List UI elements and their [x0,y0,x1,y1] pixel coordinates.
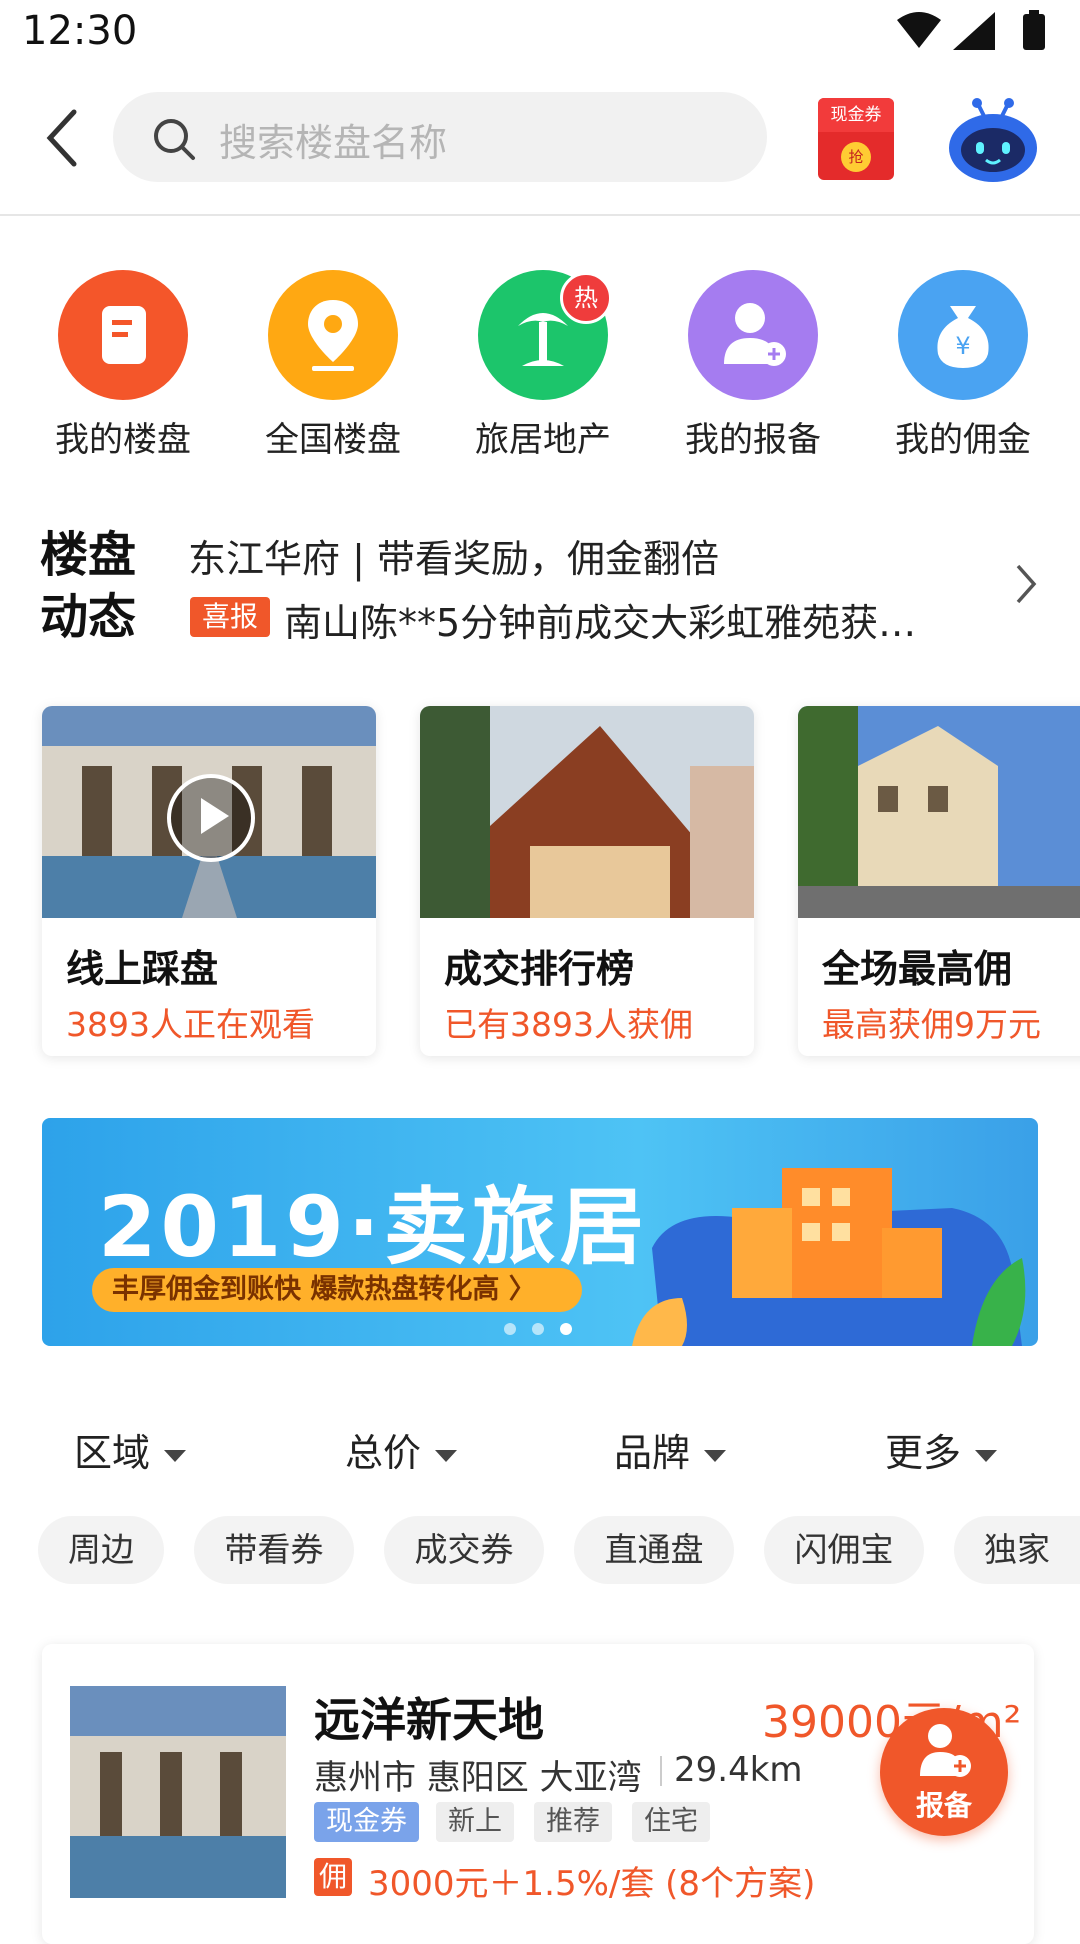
dropdown-triangle-icon [435,1449,458,1462]
location-pin-icon [268,270,398,400]
card-subtitle: 已有3893人获佣 [444,1005,693,1044]
menu-label: 旅居地产 [475,420,611,460]
listing-name: 远洋新天地 [314,1693,544,1747]
status-bar: 12:30 [0,0,1080,68]
filter-more[interactable]: 更多 [885,1422,998,1477]
card-subtitle: 3893人正在观看 [66,1005,315,1044]
menu-my-commission[interactable]: ¥ 我的佣金 [868,270,1038,470]
carousel-dot[interactable] [504,1323,516,1335]
menu-label: 全国楼盘 [265,420,401,460]
banner-slogan[interactable]: 丰厚佣金到账快 爆款热盘转化高 〉 [92,1268,582,1312]
robot-assistant-icon[interactable] [946,94,1040,188]
listing-image [70,1686,286,1898]
search-icon [154,119,195,160]
top-header: 搜索楼盘名称 现金券 抢 [0,68,1080,216]
hot-badge: 热 [560,272,612,324]
menu-my-reports[interactable]: 我的报备 [658,270,828,470]
svg-text:¥: ¥ [955,332,970,360]
carousel-dot-active[interactable] [560,1323,572,1335]
tag-cash-coupon: 现金券 [314,1802,419,1842]
property-image [798,706,1080,918]
chip-exclusive[interactable]: 独家 [954,1516,1080,1584]
card-title: 线上踩盘 [66,947,219,991]
chevron-right-icon[interactable] [1014,562,1038,606]
user-add-icon [688,270,818,400]
filter-total-price[interactable]: 总价 [345,1422,458,1477]
listing-distance: 29.4km [674,1750,803,1790]
menu-label: 我的报备 [685,420,821,460]
filter-region[interactable]: 区域 [74,1422,187,1477]
user-add-icon [920,1724,971,1777]
chip-nearby[interactable]: 周边 [38,1516,164,1584]
menu-label: 我的楼盘 [55,420,191,460]
battery-icon [1023,14,1045,50]
tag-recommended: 推荐 [534,1802,612,1842]
tag-new: 新上 [436,1802,514,1842]
cash-coupon-label: 现金券 [818,98,894,132]
menu-national-properties[interactable]: 全国楼盘 [238,270,408,470]
search-input[interactable]: 搜索楼盘名称 [113,92,767,182]
document-icon [58,270,188,400]
news-ticker[interactable]: 南山陈**5分钟前成交大彩虹雅苑获… [284,592,984,647]
dropdown-triangle-icon [164,1449,187,1462]
dropdown-triangle-icon [704,1449,727,1462]
news-section-title: 楼盘 动态 [40,527,137,645]
cash-coupon-action: 抢 [841,142,871,172]
card-deal-ranking[interactable]: 成交排行榜 已有3893人获佣 [420,706,754,1056]
divider [660,1756,662,1786]
news-headline[interactable]: 东江华府 | 带看奖励，佣金翻倍 [188,528,719,583]
chip-flash-commission[interactable]: 闪佣宝 [764,1516,924,1584]
commission-badge: 佣 [314,1858,352,1896]
card-top-commission[interactable]: 全场最高佣 最高获佣9万元 [798,706,1080,1056]
report-button[interactable]: 报备 [880,1708,1008,1836]
listing-address: 惠州市 惠阳区 大亚湾 [314,1758,642,1798]
banner-illustration [632,1168,1026,1346]
play-icon[interactable] [167,774,255,862]
money-bag-icon: ¥ [898,270,1028,400]
tag-residential: 住宅 [632,1802,710,1842]
signal-icon [953,12,995,50]
card-subtitle: 最高获佣9万元 [822,1005,1041,1044]
back-icon[interactable] [44,108,80,168]
card-title: 成交排行榜 [444,947,635,991]
banner-title: 2019·卖旅居 [98,1178,648,1276]
filter-brand[interactable]: 品牌 [614,1422,727,1477]
wifi-icon [897,12,941,48]
status-time: 12:30 [22,8,138,54]
status-icons [897,10,1045,50]
menu-my-properties[interactable]: 我的楼盘 [28,270,198,470]
cash-coupon-button[interactable]: 现金券 抢 [818,98,894,180]
card-online-tour[interactable]: 线上踩盘 3893人正在观看 [42,706,376,1056]
card-title: 全场最高佣 [822,947,1013,991]
promo-banner[interactable]: 2019·卖旅居 丰厚佣金到账快 爆款热盘转化高 〉 [42,1118,1038,1346]
listing-commission: 3000元＋1.5%/套 (8个方案) [368,1864,816,1904]
chip-viewing-coupon[interactable]: 带看券 [194,1516,354,1584]
good-news-badge: 喜报 [190,597,270,637]
report-label: 报备 [915,1789,972,1822]
chip-deal-coupon[interactable]: 成交券 [384,1516,544,1584]
chip-direct[interactable]: 直通盘 [574,1516,734,1584]
search-placeholder: 搜索楼盘名称 [219,121,448,165]
property-image [420,706,754,918]
carousel-dot[interactable] [532,1323,544,1335]
menu-label: 我的佣金 [895,420,1031,460]
dropdown-triangle-icon [975,1449,998,1462]
